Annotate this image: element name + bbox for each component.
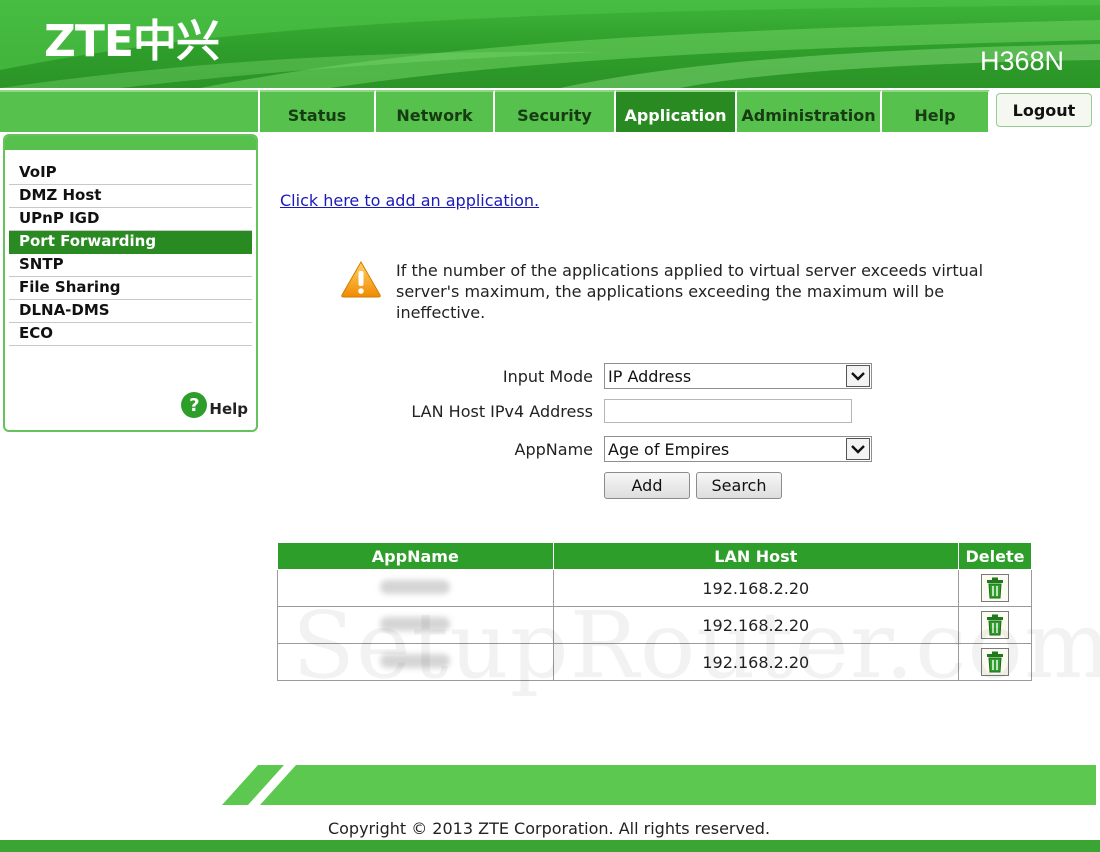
sidebar-item-dlna-dms[interactable]: DLNA-DMS (9, 300, 252, 323)
chevron-down-icon[interactable] (846, 438, 870, 460)
appname-cell (277, 569, 554, 607)
header-banner: ZTE中兴 H368N (0, 0, 1100, 88)
table-row: 192.168.2.20 (277, 643, 1032, 681)
lan-host-cell: 192.168.2.20 (552, 606, 960, 644)
sidebar-item-port-forwarding[interactable]: Port Forwarding (9, 231, 252, 254)
input-mode-select[interactable]: IP Address (604, 363, 872, 389)
delete-cell (958, 606, 1032, 644)
footer-green-bar (222, 765, 1096, 805)
sidebar-item-file-sharing[interactable]: File Sharing (9, 277, 252, 300)
form-buttons: Add Search (604, 472, 782, 499)
redacted-appname (380, 616, 451, 631)
delete-cell (958, 643, 1032, 681)
model-name: H368N (979, 46, 1064, 76)
trash-icon[interactable] (981, 647, 1009, 676)
tab-network[interactable]: Network (376, 90, 495, 132)
column-header-delete: Delete (958, 542, 1032, 570)
sidebar-item-voip[interactable]: VoIP (9, 162, 252, 185)
table-row: 192.168.2.20 (277, 606, 1032, 644)
redacted-appname (380, 653, 451, 668)
lan-host-cell: 192.168.2.20 (552, 643, 960, 681)
nav-tabs: Status Network Security Application Admi… (260, 90, 990, 132)
nav-left-spacer (0, 90, 258, 132)
logout-button[interactable]: Logout (996, 93, 1092, 127)
appname-select[interactable]: Age of Empires (604, 436, 872, 462)
tab-security[interactable]: Security (495, 90, 616, 132)
warning-text: If the number of the applications applie… (396, 261, 984, 322)
appname-value: Age of Empires (608, 439, 730, 459)
help-icon: ? (181, 392, 208, 418)
tab-status[interactable]: Status (260, 90, 376, 132)
help-label: Help (209, 400, 248, 418)
appname-row: AppName Age of Empires (380, 436, 872, 462)
input-mode-value: IP Address (608, 366, 692, 386)
tab-application[interactable]: Application (616, 90, 737, 132)
lan-host-label: LAN Host IPv4 Address (411, 401, 593, 421)
copyright-label: Copyright © 2013 ZTE Corporation. All ri… (327, 819, 771, 838)
table-header-row: AppName LAN Host Delete (277, 542, 1032, 570)
warning-message: If the number of the applications applie… (340, 260, 986, 323)
column-header-appname: AppName (277, 542, 554, 570)
lan-host-ipv4-input[interactable] (604, 399, 852, 423)
chevron-down-icon[interactable] (846, 365, 870, 387)
top-navigation: Status Network Security Application Admi… (0, 90, 1100, 132)
add-application-link[interactable]: Click here to add an application. (280, 191, 539, 210)
table-row: 192.168.2.20 (277, 569, 1032, 607)
search-button[interactable]: Search (696, 472, 782, 499)
redacted-appname (380, 579, 451, 594)
sidebar-header-strip (5, 136, 256, 150)
copyright-text: Copyright © 2013 ZTE Corporation. All ri… (0, 819, 1100, 838)
sidebar-menu: VoIP DMZ Host UPnP IGD Port Forwarding S… (5, 150, 256, 346)
tab-help[interactable]: Help (882, 90, 990, 132)
warning-icon (341, 260, 381, 298)
input-mode-row: Input Mode IP Address (380, 363, 872, 389)
lan-host-cell: 192.168.2.20 (552, 569, 960, 607)
sidebar-item-eco[interactable]: ECO (9, 323, 252, 346)
add-button[interactable]: Add (604, 472, 690, 499)
trash-icon[interactable] (981, 573, 1009, 602)
tab-administration[interactable]: Administration (737, 90, 882, 132)
column-header-lan-host: LAN Host (552, 542, 960, 570)
port-forwarding-table: AppName LAN Host Delete 192.168.2.20 192… (277, 542, 1032, 681)
zte-logo: ZTE中兴 (44, 16, 220, 67)
sidebar-item-sntp[interactable]: SNTP (9, 254, 252, 277)
appname-cell (277, 643, 554, 681)
sidebar-help-link[interactable]: ? Help (181, 392, 248, 418)
logo-text: ZTE中兴 (44, 16, 220, 67)
delete-cell (958, 569, 1032, 607)
input-mode-label: Input Mode (502, 366, 593, 386)
appname-label: AppName (514, 439, 593, 459)
lan-host-row: LAN Host IPv4 Address (380, 399, 852, 423)
sidebar: VoIP DMZ Host UPnP IGD Port Forwarding S… (3, 134, 258, 432)
bottom-green-strip (0, 840, 1100, 852)
trash-icon[interactable] (981, 610, 1009, 639)
sidebar-item-upnp-igd[interactable]: UPnP IGD (9, 208, 252, 231)
sidebar-item-dmz-host[interactable]: DMZ Host (9, 185, 252, 208)
appname-cell (277, 606, 554, 644)
